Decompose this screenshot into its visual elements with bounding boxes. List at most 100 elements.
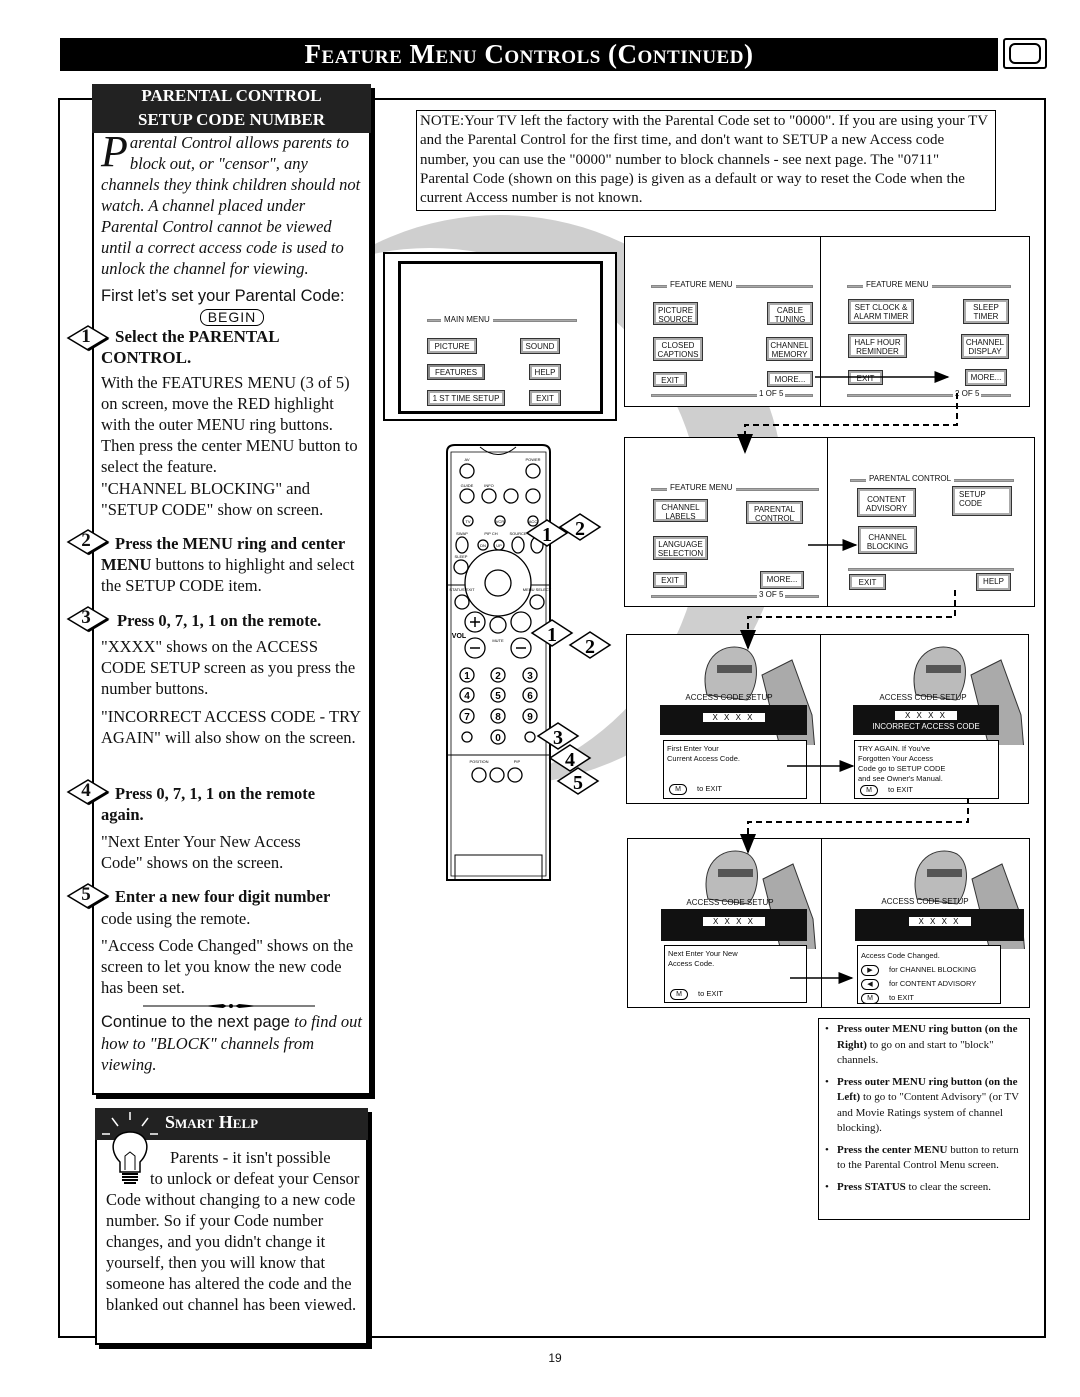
screen-title: PARENTAL CONTROL	[866, 474, 955, 483]
screen-title: ACCESS CODE SETUP	[881, 897, 969, 906]
access-code-new-screen: ACCESS CODE SETUP X X X X Next Enter You…	[627, 838, 822, 1008]
tip-item: Press the center MENU button to return t…	[825, 1143, 1025, 1174]
intro-body: arental Control allows parents to block …	[101, 133, 361, 278]
menu-key-icon: M	[670, 989, 688, 1000]
code-bar: X X X X	[855, 909, 1024, 941]
step-5-title: Enter a new four digit number	[115, 887, 331, 906]
step-2-title: Press the MENU ring and center	[115, 534, 346, 553]
step-4-title: Press 0, 7, 1, 1 on the remote again.	[101, 784, 316, 824]
parental-control-screen: PARENTAL CONTROL CONTENT ADVISORY SETUP …	[827, 437, 1035, 607]
intro-text: Parental Control allows parents to block…	[101, 127, 366, 279]
message-box: First Enter Your Current Access Code. Mto…	[663, 740, 807, 799]
tv-icon	[1003, 38, 1047, 69]
section-title: PARENTAL CONTROL SETUP CODE NUMBER	[92, 84, 371, 133]
page-number: 19	[548, 1351, 562, 1365]
access-code-current-screen: ACCESS CODE SETUP X X X X First Enter Yo…	[626, 634, 821, 804]
screen-title: FEATURE MENU	[863, 280, 932, 289]
screen-title: ACCESS CODE SETUP	[879, 693, 967, 702]
menu-key-icon: M	[861, 993, 879, 1004]
channel-memory-button[interactable]: CHANNEL MEMORY	[766, 337, 813, 361]
closed-captions-button[interactable]: CLOSED CAPTIONS	[653, 337, 703, 361]
right-arrow-key-icon: ▶	[861, 965, 879, 976]
menu-button-picture[interactable]: PICTURE	[427, 338, 477, 354]
step-1-title: Select the PARENTAL CONTROL.	[101, 327, 279, 367]
feature-menu-3-screen: FEATURE MENU CHANNEL LABELS PARENTAL CON…	[624, 437, 828, 607]
help-button[interactable]: HELP	[976, 573, 1011, 591]
smart-help-first-line: Parents - it isn't possible	[170, 1148, 331, 1167]
menu-button-exit[interactable]: EXIT	[529, 390, 561, 406]
channel-blocking-button[interactable]: CHANNEL BLOCKING	[858, 526, 917, 554]
main-menu-title: MAIN MENU	[441, 315, 493, 324]
page-indicator: 2 OF 5	[953, 389, 982, 398]
code-field[interactable]: X X X X	[703, 917, 765, 926]
code-field[interactable]: X X X X	[702, 713, 765, 722]
screen-title: ACCESS CODE SETUP	[685, 693, 773, 702]
code-bar: X X X X	[660, 705, 807, 735]
content-advisory-button[interactable]: CONTENT ADVISORY	[857, 488, 916, 517]
first-line: First let’s set your Parental Code:	[101, 287, 345, 305]
more-button[interactable]: MORE...	[767, 371, 813, 387]
exit-button[interactable]: EXIT	[849, 574, 886, 590]
step-5-text: "Access Code Changed" shows on the scree…	[101, 936, 354, 997]
picture-source-button[interactable]: PICTURE SOURCE	[653, 302, 698, 325]
exit-button[interactable]: EXIT	[653, 572, 687, 588]
continue-text: Continue to the next page to find out ho…	[101, 1011, 363, 1075]
tv-main-menu-screen: MAIN MENU PICTURE SOUND FEATURES HELP 1 …	[383, 252, 617, 421]
access-code-incorrect-screen: ACCESS CODE SETUP X X X X INCORRECT ACCES…	[820, 634, 1029, 804]
access-code-changed-screen: ACCESS CODE SETUP X X X X Access Code Ch…	[821, 838, 1030, 1008]
code-field[interactable]: X X X X	[908, 917, 971, 926]
step-3-title: Press 0, 7, 1, 1 on the remote.	[117, 611, 322, 630]
begin-badge: BEGIN	[200, 309, 264, 326]
step-5-rest: code using the remote.	[101, 909, 251, 928]
set-clock-button[interactable]: SET CLOCK & ALARM TIMER	[848, 299, 914, 324]
cable-tuning-button[interactable]: CABLE TUNING	[767, 302, 813, 325]
note-box: NOTE:Your TV left the factory with the P…	[416, 110, 996, 211]
menu-key-icon: M	[860, 785, 878, 796]
channel-display-button[interactable]: CHANNEL DISPLAY	[961, 334, 1009, 359]
setup-code-button[interactable]: SETUP CODE	[952, 486, 1012, 516]
more-button[interactable]: MORE...	[965, 369, 1007, 386]
page-indicator: 1 OF 5	[757, 389, 786, 398]
tip-item: Press outer MENU ring button (on the Lef…	[825, 1075, 1025, 1137]
exit-button[interactable]: EXIT	[653, 372, 687, 387]
smart-help-text: to unlock or defeat your Censor Code wit…	[106, 1169, 360, 1314]
divider	[143, 1004, 315, 1008]
step-1-text: With the FEATURES MENU (3 of 5) on scree…	[101, 373, 358, 476]
tip-item: Press outer MENU ring button (on the Rig…	[825, 1022, 1025, 1069]
left-arrow-key-icon: ◀	[861, 979, 879, 990]
page-indicator: 3 OF 5	[757, 590, 786, 599]
continue-plain: Continue to the next page	[101, 1013, 290, 1031]
screen-title: ACCESS CODE SETUP	[686, 898, 774, 907]
drop-cap: P	[101, 127, 128, 176]
menu-button-sound[interactable]: SOUND	[520, 338, 560, 354]
step-2-text: Press the MENU ring and center MENU butt…	[101, 533, 366, 596]
channel-labels-button[interactable]: CHANNEL LABELS	[653, 499, 708, 522]
more-button[interactable]: MORE...	[760, 571, 804, 589]
feature-menu-1-screen: FEATURE MENU PICTURE SOURCE CABLE TUNING…	[624, 236, 821, 407]
screen-title: FEATURE MENU	[667, 280, 736, 289]
tip-item: Press STATUS to clear the screen.	[825, 1180, 1025, 1196]
message-box: TRY AGAIN. If You've Forgotten Your Acces…	[854, 740, 999, 799]
exit-button[interactable]: EXIT	[848, 370, 883, 385]
half-hour-reminder-button[interactable]: HALF HOUR REMINDER	[848, 334, 907, 358]
step-4-text: "Next Enter Your New Access Code" shows …	[101, 832, 301, 872]
tips-box: Press outer MENU ring button (on the Rig…	[818, 1018, 1030, 1220]
language-selection-button[interactable]: LANGUAGE SELECTION	[653, 536, 708, 560]
sleep-timer-button[interactable]: SLEEP TIMER	[963, 299, 1009, 324]
feature-menu-2-screen: FEATURE MENU SET CLOCK & ALARM TIMER SLE…	[820, 236, 1030, 407]
step-3-note: "INCORRECT ACCESS CODE - TRY AGAIN" will…	[101, 707, 361, 747]
step-1-note: "CHANNEL BLOCKING" and "SETUP CODE" show…	[101, 479, 324, 519]
message-box: Access Code Changed. ▶ for CHANNEL BLOCKI…	[857, 945, 1001, 1004]
error-message: INCORRECT ACCESS CODE	[872, 722, 980, 731]
message-box: Next Enter Your New Access Code. Mto EXIT	[664, 945, 807, 1003]
code-bar: X X X X	[661, 909, 807, 941]
menu-button-help[interactable]: HELP	[529, 364, 561, 380]
parental-control-button[interactable]: PARENTAL CONTROL	[746, 501, 803, 524]
menu-key-icon: M	[669, 784, 687, 795]
title-line-2: SETUP CODE NUMBER	[137, 110, 326, 129]
step-3-text: "XXXX" shows on the ACCESS CODE SETUP sc…	[101, 637, 356, 698]
smart-help-title: Smart Help	[165, 1112, 259, 1132]
code-field[interactable]: X X X X	[895, 711, 957, 720]
menu-button-features[interactable]: FEATURES	[427, 364, 485, 380]
menu-button-first-time-setup[interactable]: 1 ST TIME SETUP	[427, 390, 505, 406]
